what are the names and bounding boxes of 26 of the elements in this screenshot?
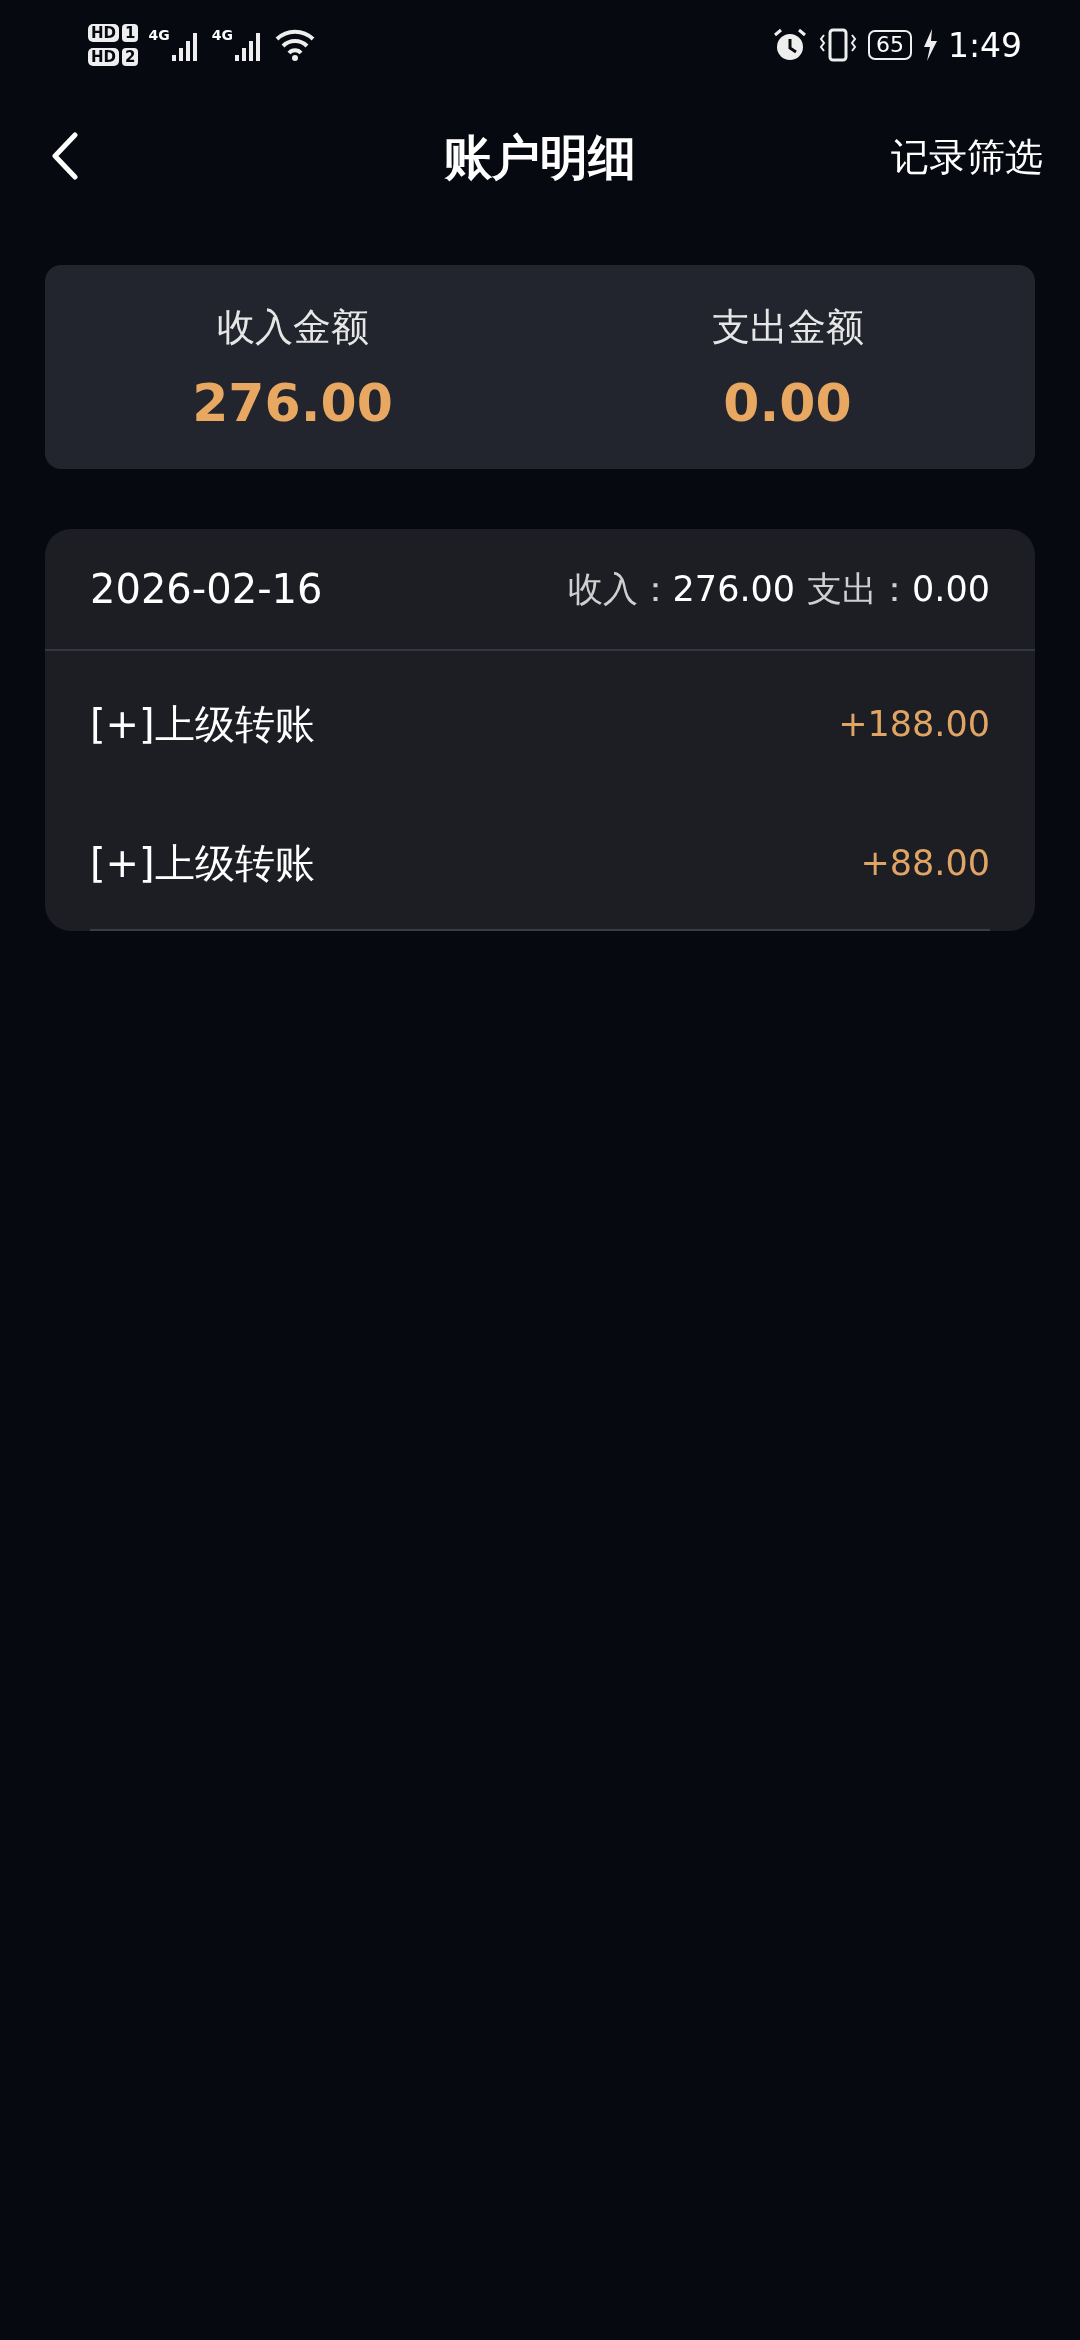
transaction-title: [+]上级转账 bbox=[90, 838, 315, 888]
sim-number: 1 bbox=[122, 24, 139, 42]
summary-amount: 0.00 bbox=[723, 372, 852, 433]
expense-label: 支出： bbox=[807, 567, 913, 611]
sim-number: 2 bbox=[122, 48, 139, 66]
transaction-amount: +88.00 bbox=[860, 843, 990, 883]
transaction-title: [+]上级转账 bbox=[90, 699, 315, 749]
income-label: 收入： bbox=[567, 567, 673, 611]
expense-total: 0.00 bbox=[912, 569, 990, 609]
transaction-amount: +188.00 bbox=[838, 704, 990, 744]
hd-badge: HD bbox=[88, 24, 119, 42]
vibrate-icon bbox=[817, 27, 858, 63]
battery-level: 65 bbox=[867, 30, 912, 60]
income-total: 276.00 bbox=[672, 569, 796, 609]
date-label: 2026-02-16 bbox=[90, 566, 323, 612]
wifi-icon bbox=[274, 28, 315, 62]
clock-time: 1:49 bbox=[947, 25, 1022, 65]
filter-records-button[interactable]: 记录筛选 bbox=[891, 132, 1043, 183]
network-type: 4G bbox=[148, 27, 170, 43]
network-type: 4G bbox=[211, 27, 233, 43]
summary-label: 支出金额 bbox=[711, 303, 864, 351]
alarm-clock-icon bbox=[771, 27, 808, 63]
summary-label: 收入金额 bbox=[216, 303, 369, 351]
page-title: 账户明细 bbox=[444, 128, 636, 185]
summary-amount: 276.00 bbox=[192, 372, 393, 433]
hd-badge: HD bbox=[88, 48, 119, 66]
